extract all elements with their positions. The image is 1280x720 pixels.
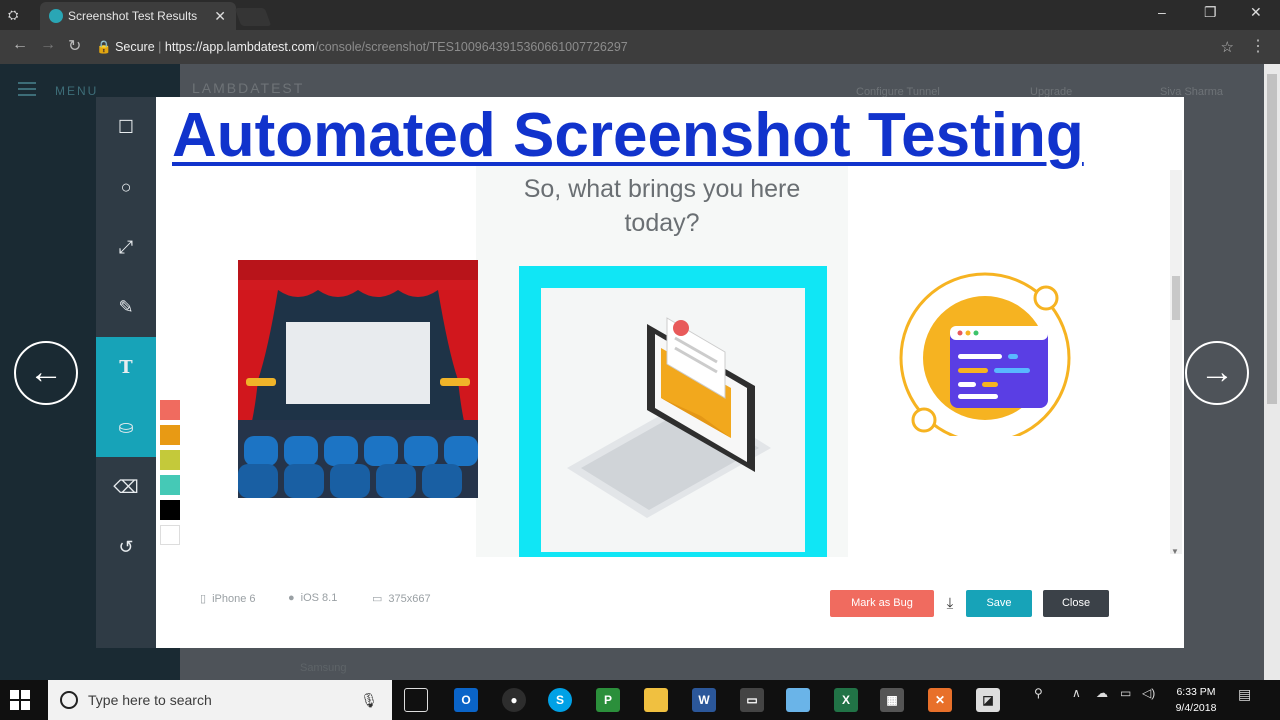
notes-icon[interactable] [786,688,810,712]
highlight-rectangle[interactable] [519,266,827,574]
new-tab-button[interactable] [234,8,272,26]
arrow-tool-icon[interactable]: ⤢ [96,217,156,277]
url-host: https://app.lambdatest.com [164,40,315,54]
taskbar-clock[interactable]: 6:33 PM 9/4/2018 [1168,684,1224,716]
device-row-label: Samsung [300,662,347,674]
color-swatch-6[interactable] [160,525,180,545]
taskbar-search-box[interactable]: Type here to search 🎙 [48,680,392,720]
pencil-tool-icon[interactable]: ✎ [96,277,156,337]
phone-icon: ▯ [200,593,207,605]
browser-tab-bar: ⛭ Screenshot Test Results ✕ – ❐ ✕ [0,0,1280,30]
undo-icon[interactable]: ↺ [96,517,156,577]
color-swatch-4[interactable] [160,475,180,495]
device-name: iPhone 6 [212,592,256,605]
project-icon[interactable]: P [596,688,620,712]
annotation-toolbar: ☐ ○ ⤢ ✎ T ⛀ ⌫ ↺ [96,97,156,648]
window-minimize-button[interactable]: – [1158,4,1166,20]
microphone-icon[interactable]: 🎙 [360,680,378,720]
lambdatest-logo: LAMBDATEST [192,80,305,96]
close-button[interactable]: Close [1043,590,1109,617]
browser-address-bar: ← → ↻ 🔒 Secure | https://app.lambdatest.… [0,30,1280,64]
bookmark-star-icon[interactable]: ☆ [1221,38,1234,56]
notifications-icon[interactable]: ▤ [1238,686,1251,703]
tray-chevron-icon[interactable]: ∧ [1072,686,1081,700]
network-icon[interactable]: ☁ [1096,686,1108,700]
device-info: ▯ iPhone 6 [200,592,256,606]
back-arrow-icon[interactable]: ← [12,36,28,54]
tab-screenshot-test-results[interactable]: Screenshot Test Results ✕ [40,2,236,30]
modal-scrollbar[interactable]: ▼ [1170,170,1182,556]
task-view-icon[interactable] [404,688,428,712]
url-field[interactable]: 🔒 Secure | https://app.lambdatest.com/co… [96,35,1242,59]
terminal-icon[interactable]: ▭ [740,688,764,712]
hamburger-icon [18,82,36,96]
resolution-value: 375x667 [388,592,431,605]
mark-as-bug-button[interactable]: Mark as Bug [830,590,934,617]
text-tool-icon[interactable]: T [96,337,156,397]
scroll-down-icon[interactable]: ▼ [1171,547,1179,556]
window-restore-button[interactable]: ❐ [1204,4,1217,21]
chrome-icon[interactable]: ● [502,688,526,712]
people-icon[interactable]: ⚲ [1034,686,1043,700]
browser-menu-icon[interactable]: ⋮ [1250,36,1266,56]
window-close-button[interactable]: ✕ [1250,4,1262,21]
theater-illustration [238,260,478,498]
file-explorer-icon[interactable] [644,688,668,712]
secure-label: Secure [115,40,155,54]
laptop-mail-illustration [567,317,771,518]
word-icon[interactable]: W [692,688,716,712]
cortana-icon [60,691,78,709]
next-screenshot-button[interactable]: → [1185,341,1249,405]
tab-close-icon[interactable]: ✕ [214,2,226,30]
screen: ⛭ Screenshot Test Results ✕ – ❐ ✕ ← → ↻ … [0,0,1280,720]
xampp-icon[interactable]: ✕ [928,688,952,712]
code-window-illustration [899,272,1071,436]
screen-question-text: So, what brings you here today? [523,175,801,237]
os-info: ● iOS 8.1 [288,592,337,604]
color-swatch-1[interactable] [160,400,180,420]
color-swatch-2[interactable] [160,425,180,445]
windows-taskbar: Type here to search 🎙 O ● S P W ▭ X ▦ ✕ … [0,680,1280,720]
color-swatch-5[interactable] [160,500,180,520]
lambdatest-favicon-icon [49,9,63,23]
previous-screenshot-button[interactable]: ← [14,341,78,405]
menu-label: MENU [55,84,99,98]
color-palette [156,392,186,552]
incognito-icon: ⛭ [8,7,19,22]
circle-tool-icon[interactable]: ○ [96,157,156,217]
outlook-icon[interactable]: O [454,688,478,712]
tab-title: Screenshot Test Results [68,9,198,23]
modal-scrollbar-thumb[interactable] [1172,276,1180,320]
sticky-notes-icon[interactable]: ◪ [976,688,1000,712]
display-icon[interactable]: ▭ [1120,686,1131,700]
os-version: iOS 8.1 [300,592,338,604]
save-button[interactable]: Save [966,590,1032,617]
apple-icon: ● [288,592,295,604]
download-icon[interactable]: ⤓ [940,590,960,617]
rectangle-tool-icon[interactable]: ☐ [96,97,156,157]
page-scrollbar[interactable] [1264,64,1280,680]
reload-icon[interactable]: ↻ [68,36,81,56]
eraser-tool-icon[interactable]: ⌫ [96,457,156,517]
lock-icon: 🔒 [96,40,112,54]
skype-icon[interactable]: S [548,688,572,712]
clock-time: 6:33 PM [1176,686,1216,698]
page-title: Automated Screenshot Testing [172,101,1084,170]
volume-icon[interactable]: ◁) [1142,686,1155,700]
excel-icon[interactable]: X [834,688,858,712]
calculator-icon[interactable]: ▦ [880,688,904,712]
forward-arrow-icon[interactable]: → [40,36,56,54]
color-swatch-3[interactable] [160,450,180,470]
url-path: /console/screenshot/TES10096439153606610… [314,40,628,54]
search-placeholder: Type here to search [88,692,212,708]
clock-date: 9/4/2018 [1175,702,1217,714]
fill-tool-icon[interactable]: ⛀ [96,397,156,457]
windows-start-icon[interactable] [10,690,30,710]
monitor-icon: ▭ [372,593,383,605]
resolution-info: ▭ 375x667 [372,592,431,606]
